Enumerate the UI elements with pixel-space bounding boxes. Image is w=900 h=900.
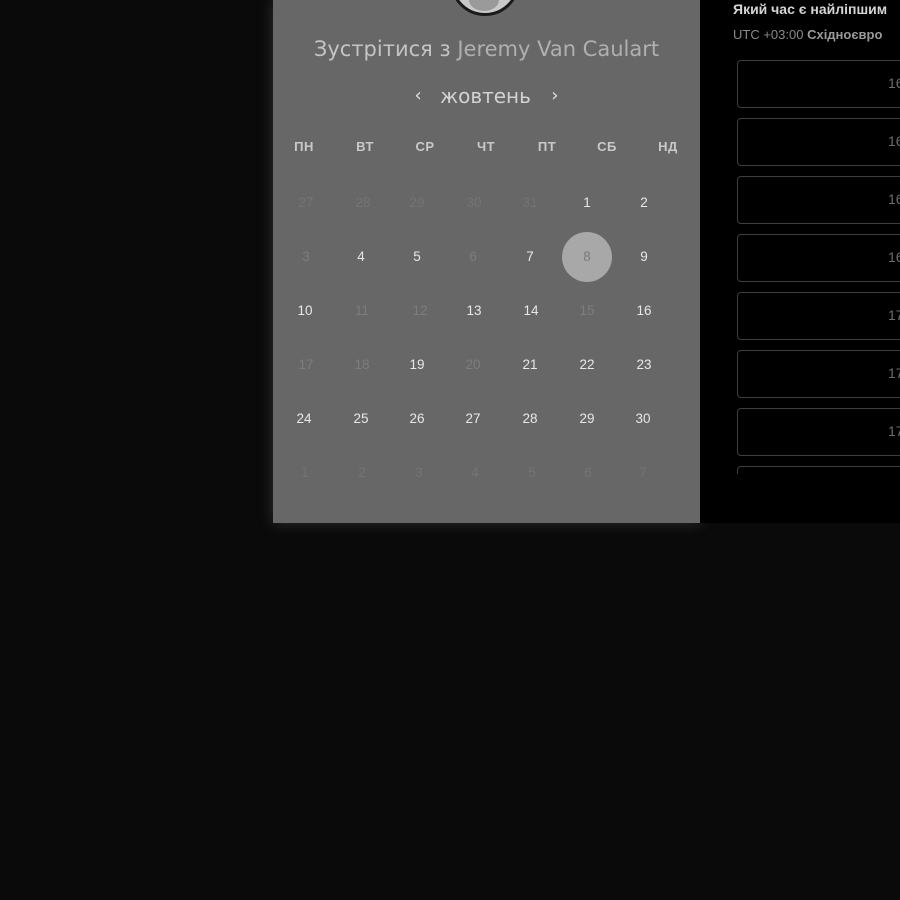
weekday-header: ПН ВТ СР ЧТ ПТ СБ НД <box>276 139 698 163</box>
month-label: жовтень <box>440 84 531 108</box>
time-question: Який час є найліпшим <box>733 1 888 17</box>
calendar-day[interactable]: 10 <box>280 286 330 336</box>
calendar-day-other-month: 1 <box>301 465 309 480</box>
calendar-day-unavailable: 20 <box>465 357 481 372</box>
weekday-label: ВТ <box>356 139 374 154</box>
time-slot-button[interactable]: 17 <box>737 292 900 340</box>
time-slot-button[interactable]: 17 <box>737 408 900 456</box>
chevron-left-icon[interactable]: ‹ <box>415 85 422 106</box>
timezone-offset: UTC +03:00 <box>733 27 804 42</box>
calendar-day-other-month: 3 <box>415 465 423 480</box>
calendar-day[interactable]: 5 <box>392 232 442 282</box>
calendar-day-unavailable: 17 <box>298 357 314 372</box>
calendar-day-other-month: 28 <box>355 195 371 210</box>
weekday-label: ПН <box>294 139 314 154</box>
calendar-day-other-month: 31 <box>522 195 538 210</box>
calendar-day[interactable]: 24 <box>279 394 329 444</box>
time-slot-label: 16 <box>888 249 900 265</box>
calendar-day[interactable]: 25 <box>336 394 386 444</box>
time-slot-button-partial[interactable] <box>737 466 900 474</box>
calendar-day[interactable]: 26 <box>392 394 442 444</box>
time-slot-label: 17 <box>888 423 900 439</box>
scheduling-widget: Зустрітися з Jeremy Van Caulart ‹ жовтен… <box>0 0 900 900</box>
timezone-label[interactable]: UTC +03:00 Східноєвро <box>733 27 882 42</box>
calendar-day[interactable]: 27 <box>448 394 498 444</box>
calendar-day[interactable]: 2 <box>619 178 669 228</box>
calendar-day[interactable]: 29 <box>562 394 612 444</box>
chevron-right-icon[interactable]: › <box>551 85 558 106</box>
host-photo <box>469 0 499 11</box>
weekday-label: СР <box>415 139 435 154</box>
weekday-label: СБ <box>597 139 617 154</box>
calendar-day[interactable]: 30 <box>618 394 668 444</box>
time-slot-button[interactable]: 16 <box>737 176 900 224</box>
calendar-day[interactable]: 23 <box>619 340 669 390</box>
calendar-day[interactable]: 13 <box>449 286 499 336</box>
calendar-day[interactable]: 16 <box>619 286 669 336</box>
calendar-day[interactable]: 14 <box>506 286 556 336</box>
weekday-label: ЧТ <box>476 139 496 154</box>
calendar-day-other-month: 27 <box>298 195 314 210</box>
time-slot-label: 16 <box>888 191 900 207</box>
calendar-day[interactable]: 4 <box>336 232 386 282</box>
meeting-title: Зустрітися з Jeremy Van Caulart <box>273 37 700 61</box>
calendar-day-other-month: 30 <box>466 195 482 210</box>
calendar-day[interactable]: 21 <box>505 340 555 390</box>
calendar-day[interactable]: 19 <box>392 340 442 390</box>
calendar-week: 10 11 12 13 14 15 16 <box>276 286 698 340</box>
weekday-label: ПТ <box>537 139 557 154</box>
calendar-day-unavailable: 6 <box>469 249 477 264</box>
time-slot-label: 16 <box>888 133 900 149</box>
month-navigation: ‹ жовтень › <box>273 84 700 110</box>
calendar-day-unavailable: 18 <box>354 357 370 372</box>
calendar-week: 17 18 19 20 21 22 23 <box>276 340 698 394</box>
calendar-day-other-month: 4 <box>471 465 479 480</box>
calendar-week: 1 2 3 4 5 6 7 <box>276 448 698 502</box>
timezone-name: Східноєвро <box>807 27 883 42</box>
time-slot-label: 16 <box>888 75 900 91</box>
calendar-week: 24 25 26 27 28 29 30 <box>276 394 698 448</box>
time-slot-label: 17 <box>888 307 900 323</box>
time-slot-button[interactable]: 17 <box>737 350 900 398</box>
calendar-day[interactable]: 9 <box>619 232 669 282</box>
calendar-day-other-month: 6 <box>584 465 592 480</box>
calendar-day-other-month: 5 <box>528 465 536 480</box>
calendar-day[interactable]: 28 <box>505 394 555 444</box>
calendar-day[interactable]: 22 <box>562 340 612 390</box>
time-slot-label: 17 <box>888 365 900 381</box>
calendar-day-unavailable: 3 <box>302 249 310 264</box>
calendar-day-other-month: 7 <box>639 465 647 480</box>
meeting-title-prefix: Зустрітися з <box>313 37 451 61</box>
calendar-day-selected[interactable]: 8 <box>562 232 612 282</box>
calendar-week: 27 28 29 30 31 1 2 <box>276 178 698 232</box>
calendar-week: 3 4 5 6 7 8 9 <box>276 232 698 286</box>
calendar-day[interactable]: 7 <box>505 232 555 282</box>
calendar-day-unavailable: 11 <box>354 303 369 318</box>
weekday-label: НД <box>658 139 678 154</box>
calendar-day-other-month: 2 <box>358 465 366 480</box>
calendar-day-other-month: 29 <box>409 195 425 210</box>
host-name: Jeremy Van Caulart <box>457 37 660 61</box>
time-slot-button[interactable]: 16 <box>737 60 900 108</box>
calendar-day[interactable]: 1 <box>562 178 612 228</box>
time-slot-button[interactable]: 16 <box>737 118 900 166</box>
calendar-day-unavailable: 15 <box>579 303 595 318</box>
time-slot-button[interactable]: 16 <box>737 234 900 282</box>
calendar-day-unavailable: 12 <box>412 303 428 318</box>
